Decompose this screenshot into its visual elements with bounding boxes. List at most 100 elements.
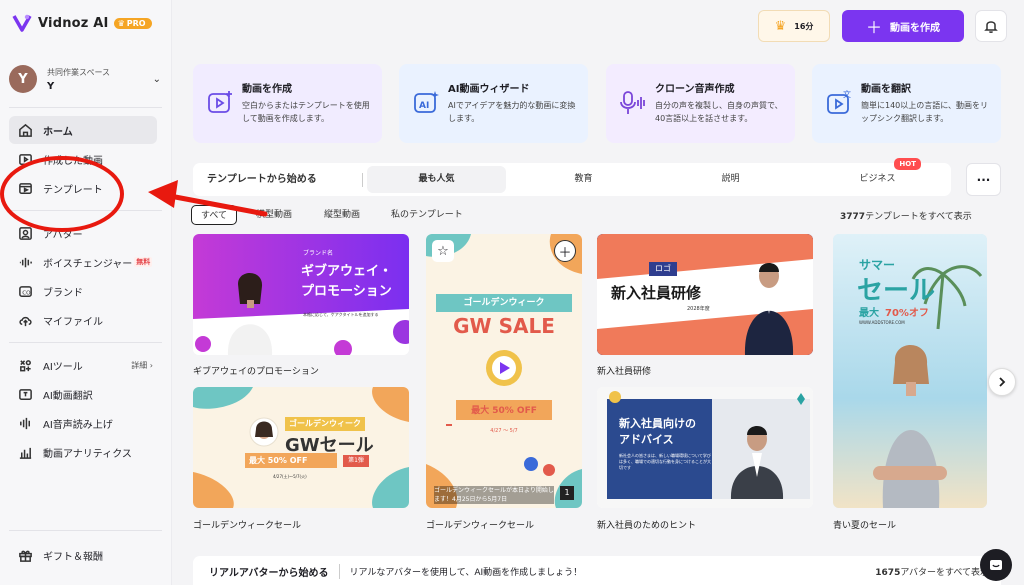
free-badge: 無料 <box>134 257 153 267</box>
sidebar-item-label: テンプレート <box>43 184 103 196</box>
avatar-icon <box>17 225 33 241</box>
card-year: 2028年度 <box>687 306 710 312</box>
sidebar-item-templates[interactable]: テンプレート <box>9 174 157 202</box>
card-title-3: 最大 <box>859 308 879 319</box>
filter-all[interactable]: すべて <box>191 205 238 225</box>
template-card-gw-sale-horizontal[interactable]: ゴールデンウィーク GWセール 最大 50% OFF 第1弾 4/27(土)～5… <box>193 387 409 508</box>
carousel-next-button[interactable] <box>988 368 1016 396</box>
sidebar-item-label: アバター <box>43 229 83 241</box>
sidebar-item-my-videos[interactable]: 作成した動画 <box>9 145 157 173</box>
sidebar-item-analytics[interactable]: 動画アナリティクス <box>9 438 157 466</box>
sidebar-item-avatars[interactable]: アバター <box>9 219 157 247</box>
more-dots-icon: ··· <box>976 172 991 187</box>
card-title-4: 70%オフ <box>885 308 929 319</box>
avatar-count: 1675 <box>875 567 901 578</box>
filter-landscape[interactable]: 横型動画 <box>256 205 292 225</box>
add-icon[interactable]: ＋ <box>554 240 576 262</box>
quick-ai-wizard-card[interactable]: AI AI動画ウィザード AIでアイデアを魅力的な動画に変換します。 <box>399 64 588 143</box>
templates-heading: テンプレートから始める <box>193 172 363 187</box>
sidebar-item-label: ボイスチェンジャー <box>43 258 133 270</box>
tab-business[interactable]: ビジネス HOT <box>808 158 947 193</box>
tab-education[interactable]: 教育 <box>514 166 653 193</box>
card-dates: 4/27 ～ 5/7 <box>490 428 518 434</box>
crown-icon: ♛ <box>117 18 125 28</box>
sidebar-item-label: ホーム <box>43 126 73 138</box>
pro-label: PRO <box>126 18 146 28</box>
card-bottom-text: ゴールデンウィークセールが本日より開始します！4月25日から5月7日 <box>434 486 554 504</box>
view-all-avatars-label: アバターをすべて表示 <box>900 567 989 578</box>
card-caption: 新入社員のためのヒント <box>597 521 697 531</box>
card-title: 新入社員研修 <box>611 284 702 302</box>
template-card-new-employee-tips[interactable]: 新入社員向けの アドバイス 新社会人の皆さまは、新しい職場環境について学びは多く… <box>597 387 813 508</box>
quick-card-title: 動画を翻訳 <box>861 84 911 95</box>
page-count: 1 <box>560 486 574 500</box>
sidebar-item-voice-changer[interactable]: ボイスチェンジャー 無料 <box>9 248 157 276</box>
sidebar-item-gifts[interactable]: ギフト＆報酬 <box>9 541 157 569</box>
sidebar: Vidnoz AI ♛ PRO Y 共同作業スペース Y ⌄ ホーム 作成した動画… <box>0 0 172 585</box>
quick-translate-card[interactable]: 文 動画を翻訳簡単に140以上の言語に、動画をリップシンク翻訳します。 <box>812 64 1001 143</box>
card-price: 最大 50% OFF <box>249 456 308 465</box>
chat-support-icon[interactable] <box>980 549 1012 581</box>
card-title-2: セール <box>857 276 936 306</box>
sidebar-item-label: AIツール <box>43 361 83 373</box>
template-card-giveaway[interactable]: ブランド名 ギブアウェイ・ プロモーション 本格に応じて、ケアクタイトルを追加す… <box>193 234 409 355</box>
card-caption: ギブアウェイのプロモーション <box>193 367 319 377</box>
avatar-section-header: リアルアバターから始める リアルなアバターを使用して、AI動画を作成しましょう！… <box>193 556 1001 585</box>
tab-most-popular[interactable]: 最も人気 <box>367 166 506 193</box>
chevron-down-icon: ⌄ <box>152 73 161 85</box>
sidebar-item-label: ギフト＆報酬 <box>43 551 103 563</box>
card-sub: 本格に応じて、ケアクタイトルを追加する <box>303 312 379 317</box>
sidebar-item-label: 動画アナリティクス <box>43 448 132 460</box>
brand[interactable]: Vidnoz AI ♛ PRO <box>11 12 152 34</box>
template-card-gw-sale-vertical[interactable]: ☆ ＋ ゴールデンウィーク GW SALE 最大 50% OFF 4/27 ～ … <box>426 234 582 508</box>
home-icon <box>17 122 33 138</box>
card-badge: 第1弾 <box>343 455 369 467</box>
divider <box>9 210 162 211</box>
card-tag: ゴールデンウィーク <box>436 294 572 312</box>
sidebar-item-label: AI音声読み上げ <box>43 419 113 431</box>
sidebar-item-label: AI動画翻訳 <box>43 390 93 402</box>
card-caption: ゴールデンウィークセール <box>193 521 302 531</box>
filter-portrait[interactable]: 縦型動画 <box>324 205 360 225</box>
workspace-label: 共同作業スペース <box>47 67 111 77</box>
view-all-templates-link[interactable]: 3777テンプレートをすべて表示 <box>840 209 972 222</box>
tab-explainer[interactable]: 説明 <box>661 166 800 193</box>
sidebar-item-ai-tools[interactable]: AIツール 詳細 › <box>9 351 157 379</box>
create-video-button[interactable]: ＋ 動画を作成 <box>842 10 964 42</box>
card-tag: ブランド名 <box>303 250 334 257</box>
quick-voice-clone-card[interactable]: クローン音声作成 自分の声を複製し、自身の声質で、40言語以上を話させます。 <box>606 64 795 143</box>
crown-icon: ♛ <box>774 18 787 34</box>
gift-icon <box>17 547 33 563</box>
sidebar-item-home[interactable]: ホーム <box>9 116 157 144</box>
svg-text:文: 文 <box>843 89 851 99</box>
sidebar-item-label: 作成した動画 <box>43 155 103 167</box>
tips-thumbnail <box>597 387 813 508</box>
sidebar-item-ai-video-translate[interactable]: AI動画翻訳 <box>9 380 157 408</box>
card-caption: 新入社員研修 <box>597 367 652 377</box>
avatars-heading: リアルアバターから始める <box>193 563 340 579</box>
quick-card-title: クローン音声作成 <box>655 84 735 95</box>
more-categories-button[interactable]: ··· <box>966 163 1001 196</box>
divider <box>9 107 162 108</box>
workspace-switcher[interactable]: Y 共同作業スペース Y ⌄ <box>9 60 161 98</box>
quick-create-video-card[interactable]: 動画を作成 空白からまたはテンプレートを使用して動画を作成します。 <box>193 64 382 143</box>
ai-tools-more-link[interactable]: 詳細 › <box>131 360 153 371</box>
view-all-avatars-link[interactable]: 1675アバターをすべて表示 <box>875 565 989 578</box>
template-card-new-employee-training[interactable]: ロゴ 新入社員研修 2028年度 <box>597 234 813 355</box>
sidebar-item-ai-tts[interactable]: AI音声読み上げ <box>9 409 157 437</box>
create-video-icon <box>208 91 232 113</box>
sidebar-item-brand[interactable]: CO ブランド <box>9 277 157 305</box>
sidebar-item-my-files[interactable]: マイファイル <box>9 306 157 334</box>
notification-bell-icon[interactable] <box>975 10 1007 42</box>
card-title-2: アドバイス <box>619 433 674 446</box>
sidebar-item-label: マイファイル <box>43 316 103 328</box>
quick-card-desc: 簡単に140以上の言語に、動画をリップシンク翻訳します。 <box>861 101 989 123</box>
filter-my-templates[interactable]: 私のテンプレート <box>391 205 463 225</box>
quick-card-title: AI動画ウィザード <box>448 84 530 95</box>
star-icon[interactable]: ☆ <box>432 240 454 262</box>
template-card-summer-sale[interactable]: サマー セール 最大 70%オフ WWW.ADDSTORE.COM <box>833 234 987 508</box>
vidnoz-logo-icon <box>12 14 32 32</box>
credits-display[interactable]: ♛ 16分 <box>758 10 830 42</box>
workspace-user: Y <box>47 80 55 92</box>
card-title-1: ギブアウェイ・ <box>301 264 393 279</box>
